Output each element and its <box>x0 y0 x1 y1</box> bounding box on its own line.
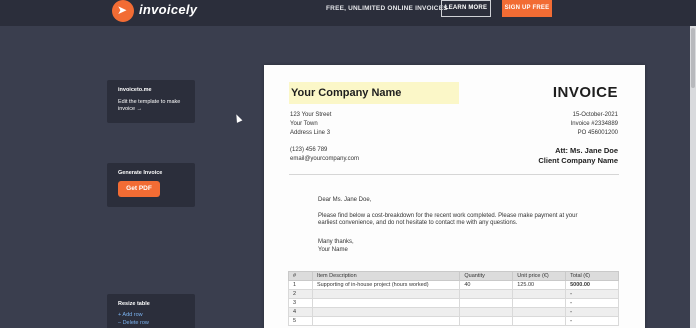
add-row-link[interactable]: + Add row <box>118 312 143 318</box>
item-description[interactable] <box>311 307 461 317</box>
row-number[interactable]: 2 <box>288 289 313 299</box>
item-unit-price[interactable]: 125.00 <box>512 280 567 290</box>
letter-closing[interactable]: Many thanks, <box>318 239 354 246</box>
template-panel-title: invoiceto.me <box>118 87 152 93</box>
attention-line[interactable]: Att: Ms. Jane Doe <box>555 146 618 155</box>
table-row: 4 - <box>288 307 619 317</box>
table-row: 1 Supporting of in-house project (hours … <box>288 280 619 290</box>
row-number[interactable]: 4 <box>288 307 313 317</box>
mouse-cursor-icon <box>233 113 243 123</box>
delete-row-link[interactable]: – Delete row <box>118 320 149 326</box>
header-divider <box>289 174 619 175</box>
address-line-1[interactable]: 123 Your Street <box>290 112 331 119</box>
scrollbar-thumb[interactable] <box>691 28 695 88</box>
item-description[interactable] <box>311 298 461 308</box>
letter-signature[interactable]: Your Name <box>318 247 348 254</box>
invoice-title: INVOICE <box>552 84 618 101</box>
table-row: 3 - <box>288 298 619 308</box>
item-total: - <box>565 298 619 308</box>
invoice-number[interactable]: Invoice #2334889 <box>571 121 618 128</box>
row-number[interactable]: 5 <box>288 316 313 326</box>
col-header-quantity: Quantity <box>459 271 514 281</box>
company-name-field[interactable]: Your Company Name <box>289 82 459 104</box>
invoice-date[interactable]: 15-October-2021 <box>573 112 618 119</box>
item-quantity[interactable] <box>459 298 514 308</box>
get-pdf-button[interactable]: Get PDF <box>118 181 160 197</box>
col-header-total: Total (€) <box>565 271 619 281</box>
item-description[interactable] <box>311 316 461 326</box>
item-total: - <box>565 307 619 317</box>
item-unit-price[interactable] <box>512 307 567 317</box>
col-header-description: Item Description <box>311 271 461 281</box>
item-unit-price[interactable] <box>512 289 567 299</box>
row-number[interactable]: 1 <box>288 280 313 290</box>
item-quantity[interactable] <box>459 307 514 317</box>
email-field[interactable]: email@yourcompany.com <box>290 156 359 163</box>
item-description[interactable]: Supporting of in-house project (hours wo… <box>311 280 461 290</box>
col-header-unit-price: Unit price (€) <box>512 271 567 281</box>
item-total: - <box>565 316 619 326</box>
item-total: - <box>565 289 619 299</box>
item-unit-price[interactable] <box>512 316 567 326</box>
invoicely-logo[interactable]: ➤ <box>112 0 134 22</box>
address-line-2[interactable]: Your Town <box>290 121 318 128</box>
item-quantity[interactable] <box>459 316 514 326</box>
col-header-number: # <box>288 271 313 281</box>
sign-up-button[interactable]: SIGN UP FREE <box>502 0 552 17</box>
phone-field[interactable]: (123) 456 789 <box>290 147 327 154</box>
generate-panel-title: Generate Invoice <box>118 170 163 176</box>
letter-greeting[interactable]: Dear Ms. Jane Doe, <box>318 197 371 204</box>
brand-name[interactable]: invoicely <box>139 2 197 17</box>
resize-panel-title: Resize table <box>118 301 150 307</box>
item-total: 5000.00 <box>565 280 619 290</box>
letter-body[interactable]: Please find below a cost-breakdown for t… <box>318 213 598 227</box>
table-row: 2 - <box>288 289 619 299</box>
item-quantity[interactable] <box>459 289 514 299</box>
top-navbar <box>0 0 696 26</box>
item-unit-price[interactable] <box>512 298 567 308</box>
learn-more-button[interactable]: LEARN MORE <box>441 0 491 17</box>
tagline: FREE, UNLIMITED ONLINE INVOICES <box>326 5 448 12</box>
client-company-name[interactable]: Client Company Name <box>538 156 618 165</box>
address-line-3[interactable]: Address Line 3 <box>290 130 330 137</box>
table-header-row: # Item Description Quantity Unit price (… <box>288 271 619 281</box>
row-number[interactable]: 3 <box>288 298 313 308</box>
bird-icon: ➤ <box>117 3 128 17</box>
item-description[interactable] <box>311 289 461 299</box>
table-row: 5 - <box>288 316 619 326</box>
edit-template-link[interactable]: Edit the template to make invoice → <box>118 99 193 113</box>
items-table: # Item Description Quantity Unit price (… <box>288 271 619 326</box>
item-quantity[interactable]: 40 <box>459 280 514 290</box>
po-number[interactable]: PO 456001200 <box>578 130 618 137</box>
